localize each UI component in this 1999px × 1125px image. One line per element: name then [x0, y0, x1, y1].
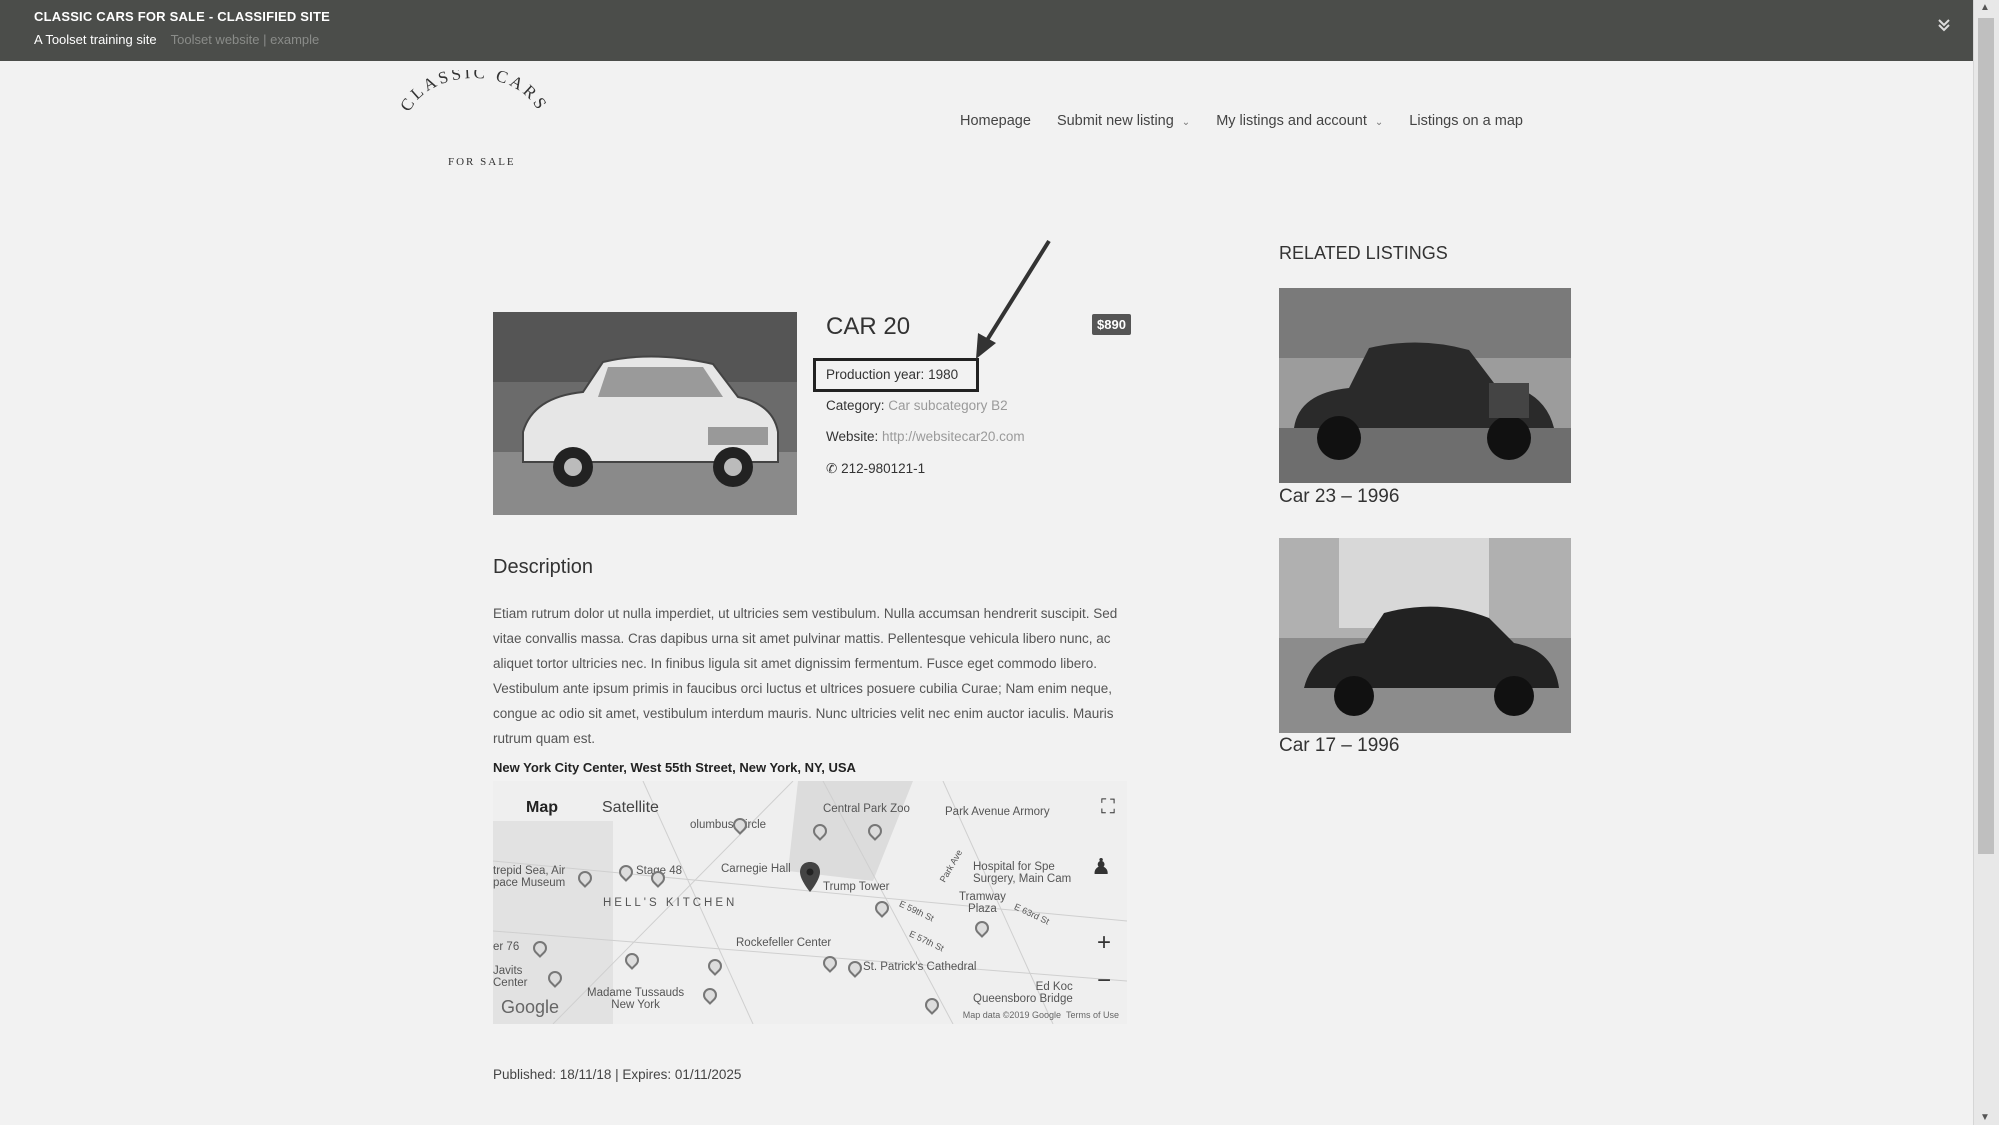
site-title[interactable]: CLASSIC CARS FOR SALE - CLASSIFIED SITE	[34, 9, 330, 24]
production-year-value: 1980	[928, 367, 959, 382]
related-listings-heading: RELATED LISTINGS	[1279, 243, 1448, 263]
listing-address: New York City Center, West 55th Street, …	[493, 760, 856, 775]
related-listing-image[interactable]	[1279, 538, 1571, 733]
map-label: HELL'S KITCHEN	[603, 897, 738, 909]
price-badge: $890	[1092, 314, 1131, 335]
google-logo[interactable]: Google	[501, 997, 559, 1018]
zoom-in-button[interactable]: +	[1097, 931, 1111, 955]
map-label: Javits Center	[493, 965, 528, 989]
map-attribution: Map data ©2019 Google Terms of Use	[963, 1010, 1119, 1020]
tagline-text: A Toolset training site	[34, 32, 157, 47]
svg-text:CLASSIC CARS: CLASSIC CARS	[398, 70, 550, 115]
tagline-faded-text: Toolset website | example	[170, 32, 320, 47]
related-listing-image[interactable]	[1279, 288, 1571, 483]
double-chevron-down-icon[interactable]	[1936, 17, 1952, 37]
site-header-bar: CLASSIC CARS FOR SALE - CLASSIFIED SITE …	[0, 0, 1974, 61]
map-label: Ed Koc Queensboro Bridge	[973, 981, 1073, 1005]
nav-my-listings-label: My listings and account	[1216, 113, 1367, 129]
nav-submit-listing[interactable]: Submit new listing ⌄	[1057, 113, 1190, 129]
map-type-tabs: Map Satellite	[493, 781, 683, 827]
site-logo[interactable]: CLASSIC CARS FOR SALE	[396, 63, 550, 175]
zoom-out-button[interactable]: −	[1097, 969, 1111, 993]
nav-listings-map[interactable]: Listings on a map	[1409, 113, 1523, 129]
location-map[interactable]: Map Satellite Central Park Zoo Park Aven…	[493, 781, 1127, 1024]
website-label: Website:	[826, 429, 879, 444]
website-link[interactable]: http://websitecar20.com	[882, 429, 1025, 444]
category-row: Category: Car subcategory B2	[826, 398, 1008, 413]
map-label: er 76	[493, 941, 520, 953]
logo-subtitle: FOR SALE	[448, 156, 516, 168]
nav-homepage[interactable]: Homepage	[960, 113, 1031, 129]
nav-submit-listing-label: Submit new listing	[1056, 113, 1174, 129]
map-label: trepid Sea, Air pace Museum	[493, 865, 566, 889]
site-tagline: A Toolset training site Toolset website |…	[34, 32, 319, 47]
scrollbar-thumb[interactable]	[1978, 18, 1994, 854]
chevron-down-icon: ⌄	[1374, 117, 1384, 128]
description-heading: Description	[493, 556, 594, 578]
main-navigation: Homepage Submit new listing ⌄ My listings…	[960, 113, 1549, 129]
map-label: Trump Tower	[823, 881, 890, 893]
nav-homepage-label: Homepage	[960, 113, 1031, 129]
pegman-icon[interactable]: ♟	[1091, 856, 1111, 878]
phone-icon: ✆	[826, 461, 838, 476]
scroll-down-arrow-icon[interactable]: ▼	[1980, 1112, 1990, 1123]
map-label: St. Patrick's Cathedral	[863, 961, 977, 973]
listing-main-image	[493, 312, 797, 515]
production-year-row: Production year: 1980	[826, 367, 958, 382]
tab-satellite[interactable]: Satellite	[582, 781, 683, 827]
map-label: Madame Tussauds New York	[587, 987, 685, 1011]
map-label: Park Avenue Armory	[945, 806, 1050, 818]
production-year-label: Production year:	[826, 367, 925, 382]
map-label: Hospital for Spe Surgery, Main Cam	[973, 861, 1072, 885]
logo-arc-text: CLASSIC CARS	[396, 63, 550, 115]
published-expires-text: Published: 18/11/18 | Expires: 01/11/202…	[493, 1067, 742, 1082]
listing-title: CAR 20	[826, 313, 911, 340]
nav-listings-map-label: Listings on a map	[1409, 113, 1523, 129]
map-label: olumbus Circle	[690, 819, 767, 831]
phone-row: ✆ 212-980121-1	[826, 461, 925, 477]
related-listing-caption[interactable]: Car 17 – 1996	[1279, 735, 1399, 757]
description-text: Etiam rutrum dolor ut nulla imperdiet, u…	[493, 606, 1118, 746]
map-data-text: Map data ©2019 Google	[962, 1010, 1061, 1020]
tab-map[interactable]: Map	[493, 781, 582, 827]
category-link[interactable]: Car subcategory B2	[888, 398, 1007, 413]
map-label: Rockefeller Center	[736, 937, 832, 949]
map-label: Carnegie Hall	[721, 863, 791, 875]
category-label: Category:	[826, 398, 885, 413]
related-listing-caption[interactable]: Car 23 – 1996	[1279, 486, 1399, 508]
map-label: Tramway Plaza	[959, 891, 1006, 915]
map-location-marker-icon[interactable]	[799, 861, 821, 893]
phone-number[interactable]: 212-980121-1	[841, 461, 925, 476]
fullscreen-icon[interactable]: ⛶	[1101, 797, 1115, 817]
map-label: Central Park Zoo	[823, 803, 910, 815]
website-row: Website: http://websitecar20.com	[826, 429, 1025, 444]
nav-my-listings[interactable]: My listings and account ⌄	[1216, 113, 1383, 129]
terms-link[interactable]: Terms of Use	[1066, 1010, 1119, 1020]
scroll-up-arrow-icon[interactable]: ▲	[1980, 2, 1990, 13]
chevron-down-icon: ⌄	[1181, 117, 1191, 128]
annotation-arrow-icon	[976, 239, 1051, 359]
page-scrollbar[interactable]: ▲ ▼	[1973, 0, 1999, 1125]
